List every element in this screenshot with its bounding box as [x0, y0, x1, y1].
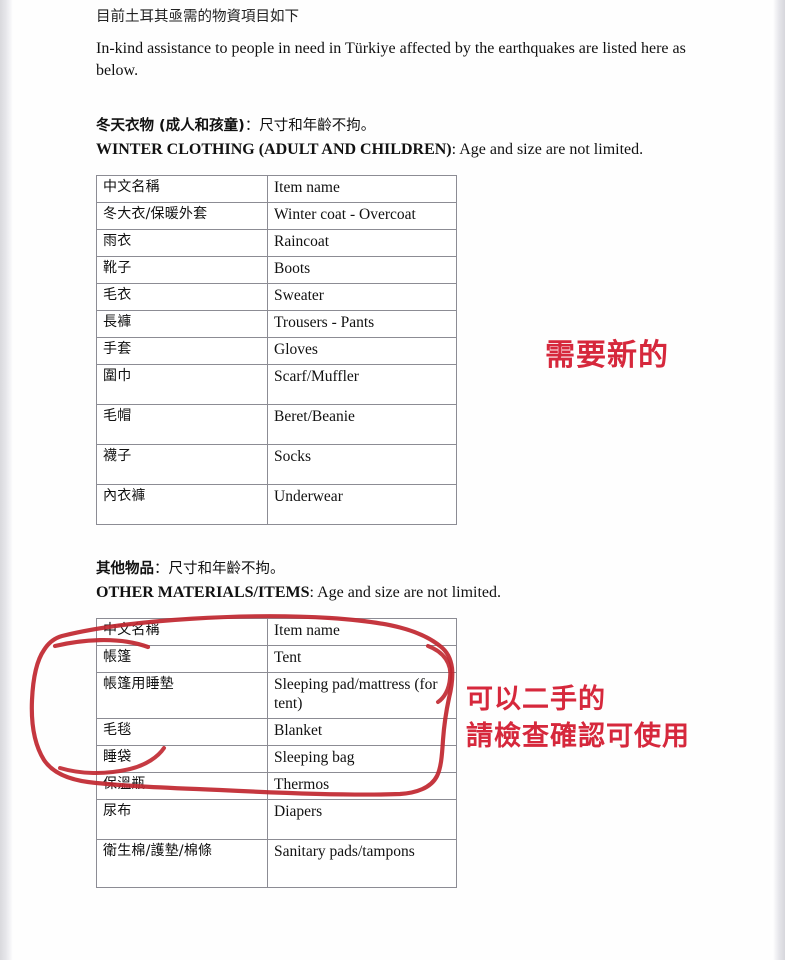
- column-header-english: Item name: [267, 175, 457, 204]
- item-name-english: Tent: [267, 645, 457, 674]
- table-row: 睡袋 Sleeping bag: [96, 744, 457, 773]
- table-row: 衛生棉/護墊/棉條 Sanitary pads/tampons: [96, 838, 457, 888]
- item-name-english: Sleeping bag: [267, 744, 457, 773]
- item-name-chinese: 尿布: [96, 798, 268, 840]
- table-row: 帳篷用睡墊 Sleeping pad/mattress (for tent): [96, 672, 457, 720]
- item-name-chinese: 長褲: [96, 309, 268, 338]
- item-name-chinese: 帳篷: [96, 645, 268, 674]
- annotation-used-ok-line2: 請檢查確認可使用: [466, 721, 690, 753]
- section-heading-chinese: 其他物品：尺寸和年齡不拘。: [96, 559, 716, 579]
- section-heading-chinese-bold: 冬天衣物 (成人和孩童): [96, 117, 245, 134]
- item-name-chinese: 毛帽: [96, 403, 268, 445]
- section-heading-chinese-rest: ：尺寸和年齡不拘。: [244, 117, 376, 134]
- table-row: 毛帽 Beret/Beanie: [96, 403, 457, 445]
- section-heading-english-bold: WINTER CLOTHING (ADULT AND CHILDREN): [96, 141, 452, 159]
- table-row: 圍巾 Scarf/Muffler: [96, 363, 457, 405]
- table-row: 尿布 Diapers: [96, 798, 457, 840]
- section-heading-english: WINTER CLOTHING (ADULT AND CHILDREN): Ag…: [96, 139, 716, 161]
- section-heading-english-rest: : Age and size are not limited.: [451, 141, 644, 159]
- table-row: 靴子 Boots: [96, 256, 457, 285]
- section-heading-english-rest: : Age and size are not limited.: [309, 584, 502, 602]
- item-name-english: Scarf/Muffler: [267, 363, 457, 405]
- item-name-english: Socks: [267, 443, 457, 485]
- item-name-chinese: 睡袋: [96, 744, 268, 773]
- item-name-chinese: 靴子: [96, 256, 268, 285]
- section-heading-other-materials: 其他物品：尺寸和年齡不拘。 OTHER MATERIALS/ITEMS: Age…: [96, 559, 716, 605]
- item-name-english: Blanket: [267, 718, 457, 746]
- item-name-chinese: 雨衣: [96, 229, 268, 258]
- item-name-chinese: 保溫瓶: [96, 771, 268, 800]
- winter-clothing-table: 中文名稱 Item name 冬大衣/保暖外套 Winter coat - Ov…: [96, 175, 457, 525]
- table-row: 帳篷 Tent: [96, 645, 457, 674]
- table-row: 手套 Gloves: [96, 336, 457, 365]
- item-name-english: Gloves: [267, 336, 457, 365]
- section-heading-winter-clothing: 冬天衣物 (成人和孩童)：尺寸和年齡不拘。 WINTER CLOTHING (A…: [96, 116, 716, 162]
- section-heading-chinese: 冬天衣物 (成人和孩童)：尺寸和年齡不拘。: [96, 116, 716, 136]
- table-header-row: 中文名稱 Item name: [96, 175, 457, 204]
- table-row: 襪子 Socks: [96, 443, 457, 485]
- item-name-english: Thermos: [267, 771, 457, 800]
- annotation-used-ok-line1: 可以二手的: [466, 684, 606, 715]
- item-name-chinese: 衛生棉/護墊/棉條: [96, 838, 268, 888]
- annotation-need-new: 需要新的: [545, 338, 669, 373]
- table-row: 長褲 Trousers - Pants: [96, 309, 457, 338]
- item-name-english: Raincoat: [267, 229, 457, 258]
- table-row: 毛衣 Sweater: [96, 283, 457, 311]
- item-name-chinese: 圍巾: [96, 363, 268, 405]
- table-row: 內衣褲 Underwear: [96, 483, 457, 525]
- item-name-chinese: 襪子: [96, 443, 268, 485]
- table-row: 冬大衣/保暖外套 Winter coat - Overcoat: [96, 202, 457, 231]
- column-header-english: Item name: [267, 618, 457, 647]
- item-name-english: Sleeping pad/mattress (for tent): [267, 672, 457, 720]
- section-heading-chinese-bold: 其他物品: [96, 560, 154, 577]
- item-name-chinese: 冬大衣/保暖外套: [96, 202, 268, 231]
- intro-chinese: 目前土耳其亟需的物資項目如下: [96, 9, 299, 25]
- page-left-edge: [0, 0, 13, 960]
- section-heading-english-bold: OTHER MATERIALS/ITEMS: [96, 584, 310, 602]
- column-header-chinese: 中文名稱: [96, 618, 268, 647]
- item-name-english: Sweater: [267, 283, 457, 311]
- scanned-page: 目前土耳其亟需的物資項目如下 In-kind assistance to peo…: [13, 0, 773, 960]
- item-name-chinese: 手套: [96, 336, 268, 365]
- section-heading-chinese-rest: ：尺寸和年齡不拘。: [154, 560, 285, 577]
- item-name-english: Diapers: [267, 798, 457, 840]
- table-row: 保溫瓶 Thermos: [96, 771, 457, 800]
- section-heading-english: OTHER MATERIALS/ITEMS: Age and size are …: [96, 582, 716, 604]
- item-name-english: Underwear: [267, 483, 457, 525]
- table-header-row: 中文名稱 Item name: [96, 618, 457, 647]
- annotation-used-ok: 可以二手的 請檢查確認可使用: [466, 681, 690, 756]
- item-name-english: Winter coat - Overcoat: [267, 202, 457, 231]
- column-header-chinese: 中文名稱: [96, 175, 268, 204]
- item-name-chinese: 帳篷用睡墊: [96, 672, 268, 720]
- page-right-edge: [773, 0, 785, 960]
- item-name-chinese: 毛衣: [96, 283, 268, 311]
- item-name-english: Beret/Beanie: [267, 403, 457, 445]
- item-name-english: Boots: [267, 256, 457, 285]
- item-name-chinese: 毛毯: [96, 718, 268, 746]
- other-materials-table: 中文名稱 Item name 帳篷 Tent 帳篷用睡墊 Sleeping pa…: [96, 618, 457, 888]
- item-name-english: Trousers - Pants: [267, 309, 457, 338]
- table-row: 雨衣 Raincoat: [96, 229, 457, 258]
- intro-english: In-kind assistance to people in need in …: [96, 39, 686, 79]
- item-name-english: Sanitary pads/tampons: [267, 838, 457, 888]
- table-row: 毛毯 Blanket: [96, 718, 457, 746]
- item-name-chinese: 內衣褲: [96, 483, 268, 525]
